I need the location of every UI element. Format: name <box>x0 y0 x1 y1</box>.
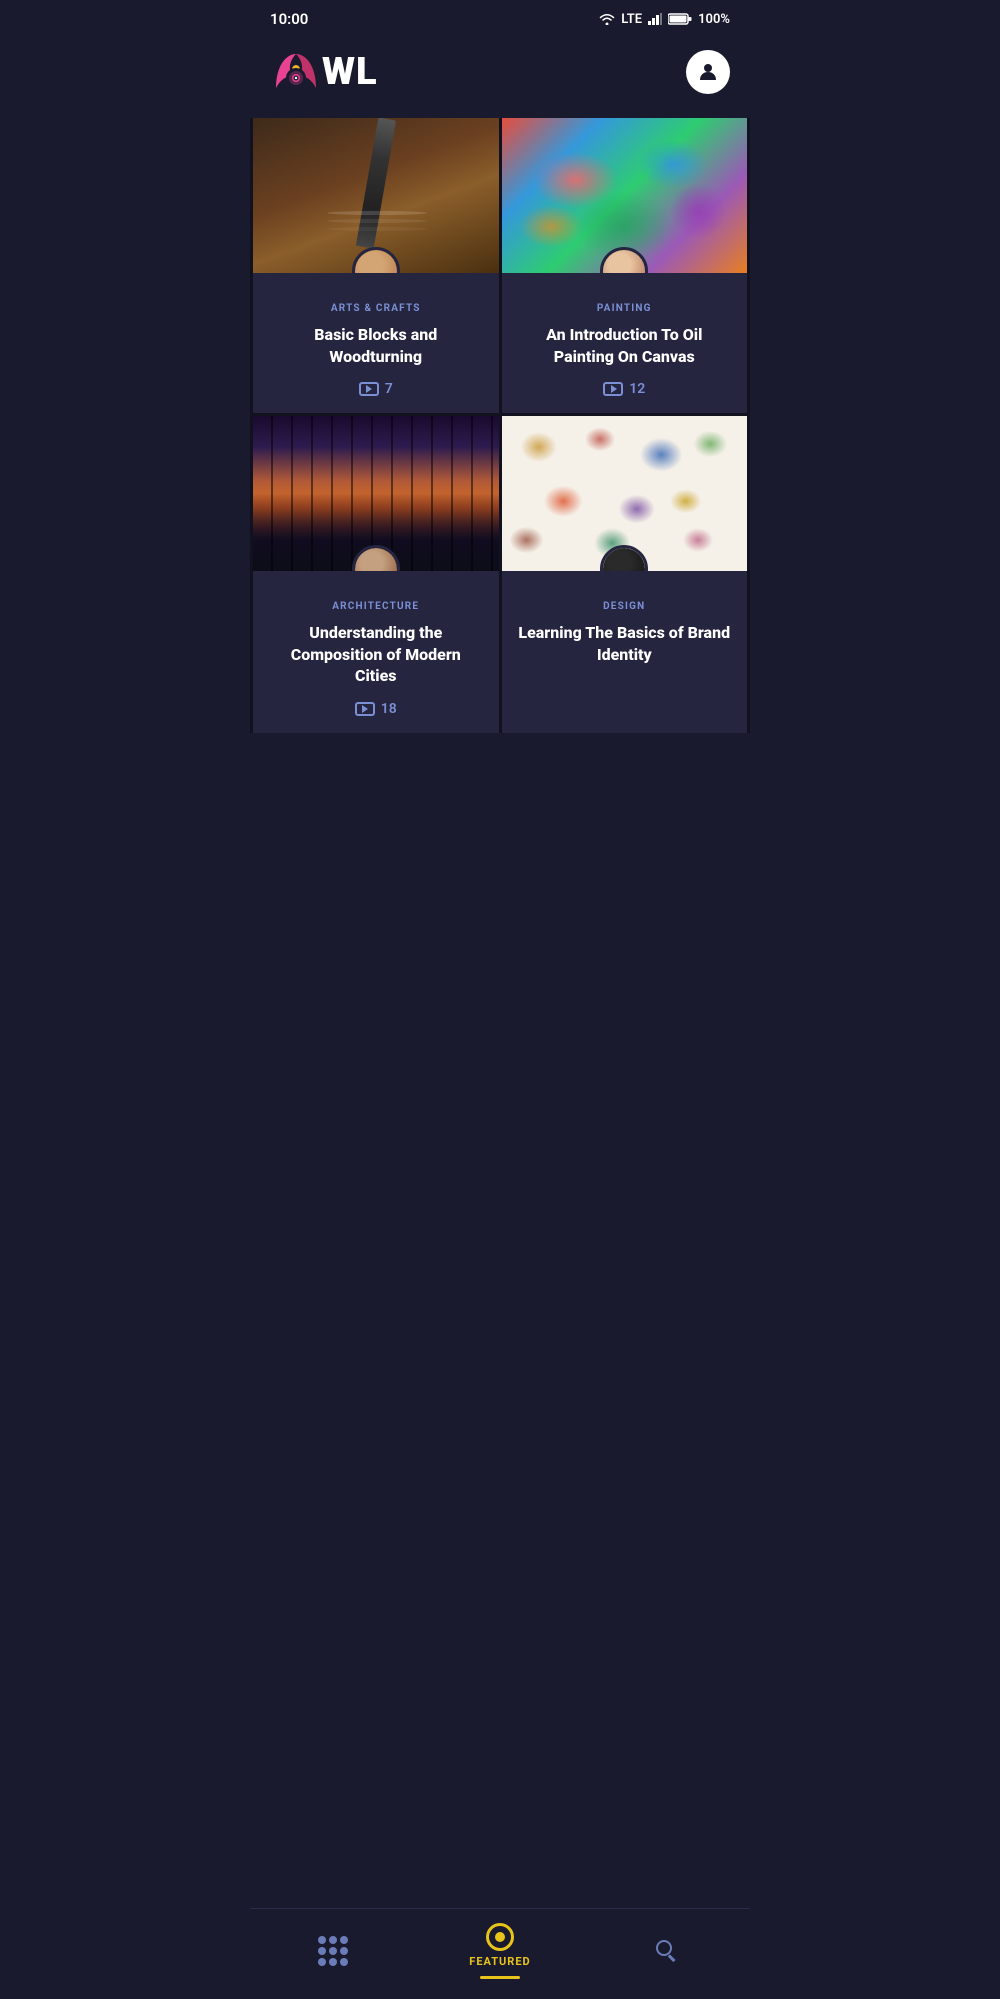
battery-label: 100% <box>698 12 730 27</box>
instructor-avatar-3 <box>355 548 397 571</box>
thumbnail-design <box>502 416 748 571</box>
category-woodturning: ARTS & CRAFTS <box>331 303 421 314</box>
avatar-painting <box>600 247 648 273</box>
wifi-icon <box>599 13 615 25</box>
course-info-woodturning: ARTS & CRAFTS Basic Blocks and Woodturni… <box>253 273 499 413</box>
instructor-avatar-1 <box>355 250 397 273</box>
instructor-avatar-4 <box>603 548 645 571</box>
logo: WL <box>270 46 378 98</box>
video-icon-2 <box>603 382 623 396</box>
lte-label: LTE <box>621 12 642 27</box>
status-icons: LTE 100% <box>599 12 730 27</box>
featured-nav-label: FEATURED <box>469 1955 530 1968</box>
course-card-woodturning[interactable]: ARTS & CRAFTS Basic Blocks and Woodturni… <box>253 118 499 413</box>
app-header: WL <box>250 36 750 118</box>
status-time: 10:00 <box>270 10 308 28</box>
category-architecture: ARCHITECTURE <box>332 601 419 612</box>
course-info-design: DESIGN Learning The Basics of Brand Iden… <box>502 571 748 733</box>
title-design: Learning The Basics of Brand Identity <box>518 622 732 665</box>
bottom-nav: FEATURED <box>250 1908 750 1999</box>
title-architecture: Understanding the Composition of Modern … <box>269 622 483 687</box>
thumbnail-woodturning <box>253 118 499 273</box>
grid-nav-icon <box>318 1936 348 1966</box>
course-card-painting[interactable]: PAINTING An Introduction To Oil Painting… <box>502 118 748 413</box>
course-card-architecture[interactable]: ARCHITECTURE Understanding the Compositi… <box>253 416 499 733</box>
lesson-count-2: 12 <box>629 381 645 397</box>
title-woodturning: Basic Blocks and Woodturning <box>269 324 483 367</box>
title-painting: An Introduction To Oil Painting On Canva… <box>518 324 732 367</box>
lessons-woodturning: 7 <box>359 381 393 397</box>
avatar-woodturning <box>352 247 400 273</box>
instructor-avatar-2 <box>603 250 645 273</box>
featured-nav-icon <box>486 1923 514 1951</box>
search-nav-icon <box>656 1940 678 1962</box>
signal-icon <box>648 13 662 25</box>
nav-search-button[interactable] <box>627 1940 707 1962</box>
nav-grid-button[interactable] <box>293 1936 373 1966</box>
course-card-design[interactable]: DESIGN Learning The Basics of Brand Iden… <box>502 416 748 733</box>
status-bar: 10:00 LTE 100% <box>250 0 750 36</box>
profile-button[interactable] <box>686 50 730 94</box>
lesson-count-3: 18 <box>381 701 397 717</box>
owl-logo-icon <box>270 46 322 98</box>
courses-grid: ARTS & CRAFTS Basic Blocks and Woodturni… <box>250 118 750 733</box>
video-icon-1 <box>359 382 379 396</box>
category-painting: PAINTING <box>597 303 652 314</box>
category-design: DESIGN <box>603 601 645 612</box>
person-icon <box>696 60 720 84</box>
lessons-painting: 12 <box>603 381 645 397</box>
avatar-design <box>600 545 648 571</box>
thumbnail-painting <box>502 118 748 273</box>
thumbnail-city <box>253 416 499 571</box>
avatar-architecture <box>352 545 400 571</box>
featured-nav-indicator <box>480 1976 520 1979</box>
lessons-architecture: 18 <box>355 701 397 717</box>
lesson-count-1: 7 <box>385 381 393 397</box>
logo-text: WL <box>322 50 378 94</box>
video-icon-3 <box>355 702 375 716</box>
nav-featured-button[interactable]: FEATURED <box>460 1923 540 1979</box>
course-info-painting: PAINTING An Introduction To Oil Painting… <box>502 273 748 413</box>
battery-icon <box>668 13 692 25</box>
course-info-architecture: ARCHITECTURE Understanding the Compositi… <box>253 571 499 733</box>
